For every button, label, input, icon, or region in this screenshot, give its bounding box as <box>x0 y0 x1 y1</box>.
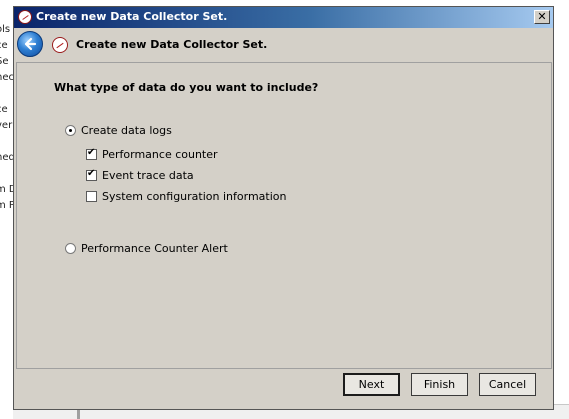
wizard-title: Create new Data Collector Set. <box>76 38 268 51</box>
background-text: ce <box>0 104 8 115</box>
create-data-logs-label: Create data logs <box>81 124 172 137</box>
wizard-content: What type of data do you want to include… <box>16 62 552 369</box>
radio-selected-icon <box>65 125 76 136</box>
close-button[interactable]: ✕ <box>534 10 550 24</box>
window-title: Create new Data Collector Set. <box>36 10 228 23</box>
background-text: ols <box>0 24 11 35</box>
background-text: Se <box>0 56 9 67</box>
title-bar[interactable]: Create new Data Collector Set. ✕ <box>14 7 553 28</box>
background-text: m D <box>0 184 13 195</box>
back-arrow-icon <box>24 37 37 51</box>
next-button[interactable]: Next <box>343 373 400 396</box>
background-text: nec <box>0 72 13 83</box>
performance-counter-label: Performance counter <box>102 148 218 161</box>
performance-counter-alert-label: Performance Counter Alert <box>81 242 228 255</box>
system-configuration-label: System configuration information <box>102 190 287 203</box>
cancel-button[interactable]: Cancel <box>479 373 536 396</box>
background-text: m P <box>0 200 13 211</box>
checkbox-unchecked-icon <box>86 191 97 202</box>
background-text: ver <box>0 120 13 131</box>
checkbox-checked-icon <box>86 147 97 160</box>
close-icon: ✕ <box>537 10 547 23</box>
event-trace-data-label: Event trace data <box>102 169 194 182</box>
question-label: What type of data do you want to include… <box>54 81 319 94</box>
app-icon <box>18 10 32 24</box>
background-text: ned <box>0 152 13 163</box>
data-collector-icon <box>52 37 68 53</box>
radio-unselected-icon <box>65 243 76 254</box>
background-window: ols ce Se nec ce ver ned m D m P <box>0 0 13 418</box>
checkbox-checked-icon <box>86 168 97 181</box>
finish-button[interactable]: Finish <box>411 373 468 396</box>
background-text: ce <box>0 40 8 51</box>
create-data-collector-dialog: Create new Data Collector Set. ✕ Create … <box>13 6 554 410</box>
back-button[interactable] <box>17 31 43 57</box>
wizard-header: Create new Data Collector Set. <box>14 28 553 62</box>
